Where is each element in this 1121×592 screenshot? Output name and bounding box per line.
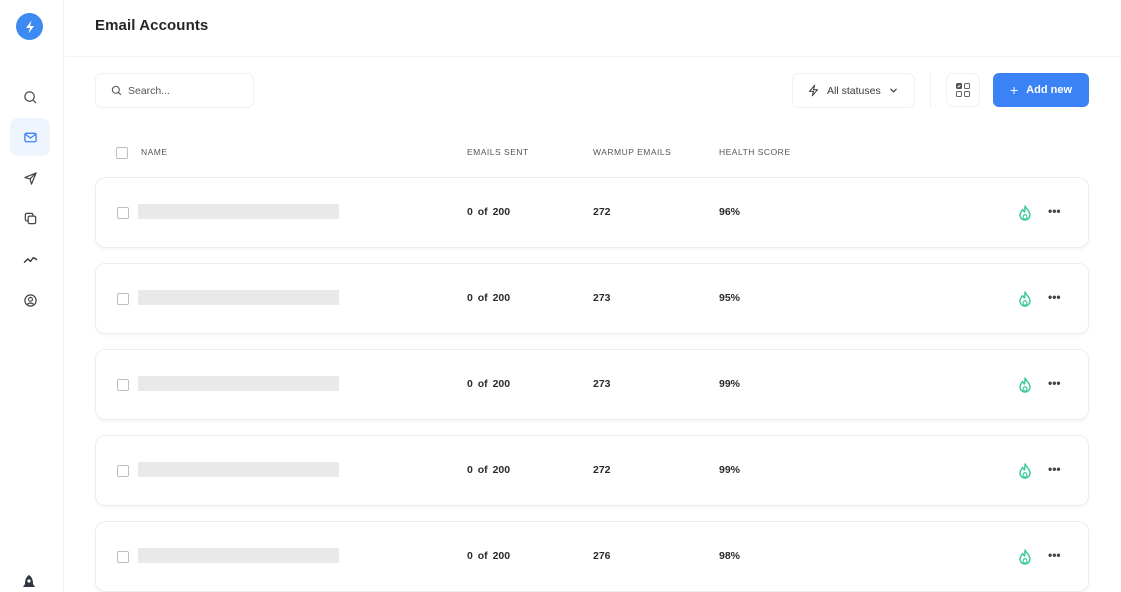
account-name-redacted: [138, 290, 339, 305]
health-score: 95%: [719, 292, 741, 304]
view-toggle-button[interactable]: [946, 73, 980, 107]
account-name-redacted: [138, 204, 339, 219]
more-options-icon[interactable]: •••: [1048, 290, 1061, 304]
account-name-redacted: [138, 462, 339, 477]
sidebar-item-search[interactable]: [10, 78, 50, 116]
lightning-outline-icon: [808, 84, 819, 97]
row-checkbox[interactable]: [117, 379, 129, 391]
health-score: 98%: [719, 550, 741, 562]
status-filter-label: All statuses: [827, 84, 881, 97]
search-box[interactable]: [95, 73, 254, 108]
more-options-icon[interactable]: •••: [1048, 376, 1061, 390]
warmup-emails: 276: [593, 550, 611, 562]
sidebar-item-analytics[interactable]: [10, 240, 50, 278]
search-icon: [23, 90, 36, 103]
more-options-icon[interactable]: •••: [1048, 548, 1061, 562]
page-header: Email Accounts: [65, 0, 1121, 57]
emails-sent: 0 of 200: [467, 206, 511, 218]
health-score: 99%: [719, 464, 741, 476]
add-new-label: Add new: [1026, 84, 1073, 96]
sidebar-item-campaigns[interactable]: [10, 159, 50, 197]
row-checkbox[interactable]: [117, 551, 129, 563]
chart-line-icon: [23, 256, 37, 263]
table-header: NAME EMAILS SENT WARMUP EMAILS HEALTH SC…: [95, 140, 1089, 164]
account-name-redacted: [138, 548, 339, 563]
table-row[interactable]: 0 of 200 272 96% •••: [95, 177, 1089, 248]
row-checkbox[interactable]: [117, 207, 129, 219]
table-row[interactable]: 0 of 200 273 95% •••: [95, 263, 1089, 334]
sidebar-item-profile[interactable]: [10, 281, 50, 319]
emails-sent: 0 of 200: [467, 292, 511, 304]
warmup-emails: 273: [593, 292, 611, 304]
column-header-warmup-emails: WARMUP EMAILS: [593, 147, 672, 157]
plus-icon: +: [1009, 82, 1019, 98]
warmup-emails: 272: [593, 206, 611, 218]
warmup-fire-icon[interactable]: [1018, 463, 1032, 479]
column-header-name: NAME: [141, 147, 168, 157]
rocket-icon: [23, 575, 35, 587]
health-score: 96%: [719, 206, 741, 218]
app: Email Accounts All statuses + Add new NA…: [0, 0, 1121, 592]
row-checkbox[interactable]: [117, 293, 129, 305]
mail-icon: [23, 132, 37, 142]
select-all-checkbox[interactable]: [116, 147, 128, 159]
more-options-icon[interactable]: •••: [1048, 204, 1061, 218]
logo[interactable]: [16, 13, 43, 40]
column-header-health-score: HEALTH SCORE: [719, 147, 791, 157]
warmup-emails: 272: [593, 464, 611, 476]
row-checkbox[interactable]: [117, 465, 129, 477]
send-icon: [23, 171, 37, 185]
warmup-fire-icon[interactable]: [1018, 377, 1032, 393]
lightning-bolt-icon: [25, 20, 34, 33]
table-row[interactable]: 0 of 200 276 98% •••: [95, 521, 1089, 592]
warmup-fire-icon[interactable]: [1018, 291, 1032, 307]
emails-sent: 0 of 200: [467, 464, 511, 476]
emails-sent: 0 of 200: [467, 378, 511, 390]
search-input[interactable]: [128, 84, 248, 97]
account-name-redacted: [138, 376, 339, 391]
health-score: 99%: [719, 378, 741, 390]
warmup-emails: 273: [593, 378, 611, 390]
column-header-emails-sent: EMAILS SENT: [467, 147, 529, 157]
chevron-down-icon: [889, 88, 897, 93]
user-circle-icon: [23, 293, 37, 307]
warmup-fire-icon[interactable]: [1018, 549, 1032, 565]
toolbar-divider: [930, 73, 931, 107]
add-new-button[interactable]: + Add new: [993, 73, 1089, 107]
warmup-fire-icon[interactable]: [1018, 205, 1032, 221]
page-title: Email Accounts: [95, 17, 209, 34]
emails-sent: 0 of 200: [467, 550, 511, 562]
search-icon: [111, 85, 122, 96]
rocket-button[interactable]: [20, 573, 38, 591]
table-row[interactable]: 0 of 200 272 99% •••: [95, 435, 1089, 506]
table-row[interactable]: 0 of 200 273 99% •••: [95, 349, 1089, 420]
status-filter-dropdown[interactable]: All statuses: [792, 73, 915, 108]
more-options-icon[interactable]: •••: [1048, 462, 1061, 476]
sidebar-item-templates[interactable]: [10, 199, 50, 237]
sidebar-item-email-accounts[interactable]: [10, 118, 50, 156]
sidebar: [0, 0, 64, 592]
grid-select-icon: [956, 83, 970, 97]
copy-icon: [24, 212, 36, 224]
